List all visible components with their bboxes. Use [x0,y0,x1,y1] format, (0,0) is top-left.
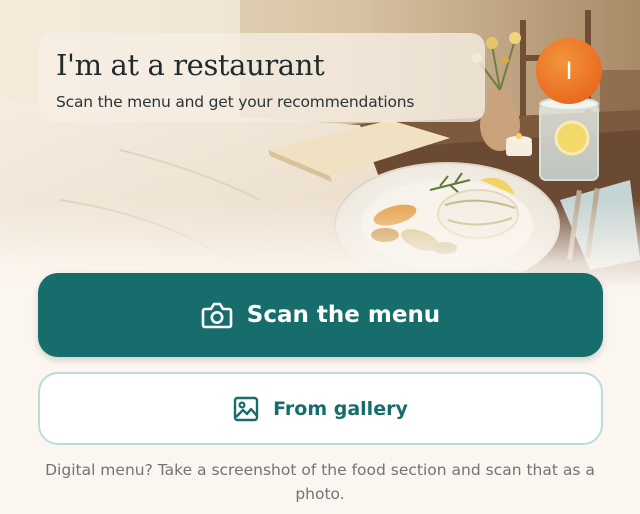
scan-menu-label: Scan the menu [246,302,441,328]
scan-menu-button[interactable]: Scan the menu [38,273,603,357]
image-icon [233,396,259,422]
camera-icon [201,301,233,329]
page-header: I'm at a restaurant Scan the menu and ge… [38,33,485,122]
from-gallery-button[interactable]: From gallery [38,372,603,445]
digital-menu-hint: Digital menu? Take a screenshot of the f… [45,461,595,503]
page-title: I'm at a restaurant [56,48,325,82]
user-avatar[interactable]: I [536,38,602,104]
avatar-initial: I [565,57,573,85]
from-gallery-label: From gallery [273,397,408,420]
page-subtitle: Scan the menu and get your recommendatio… [56,93,415,111]
